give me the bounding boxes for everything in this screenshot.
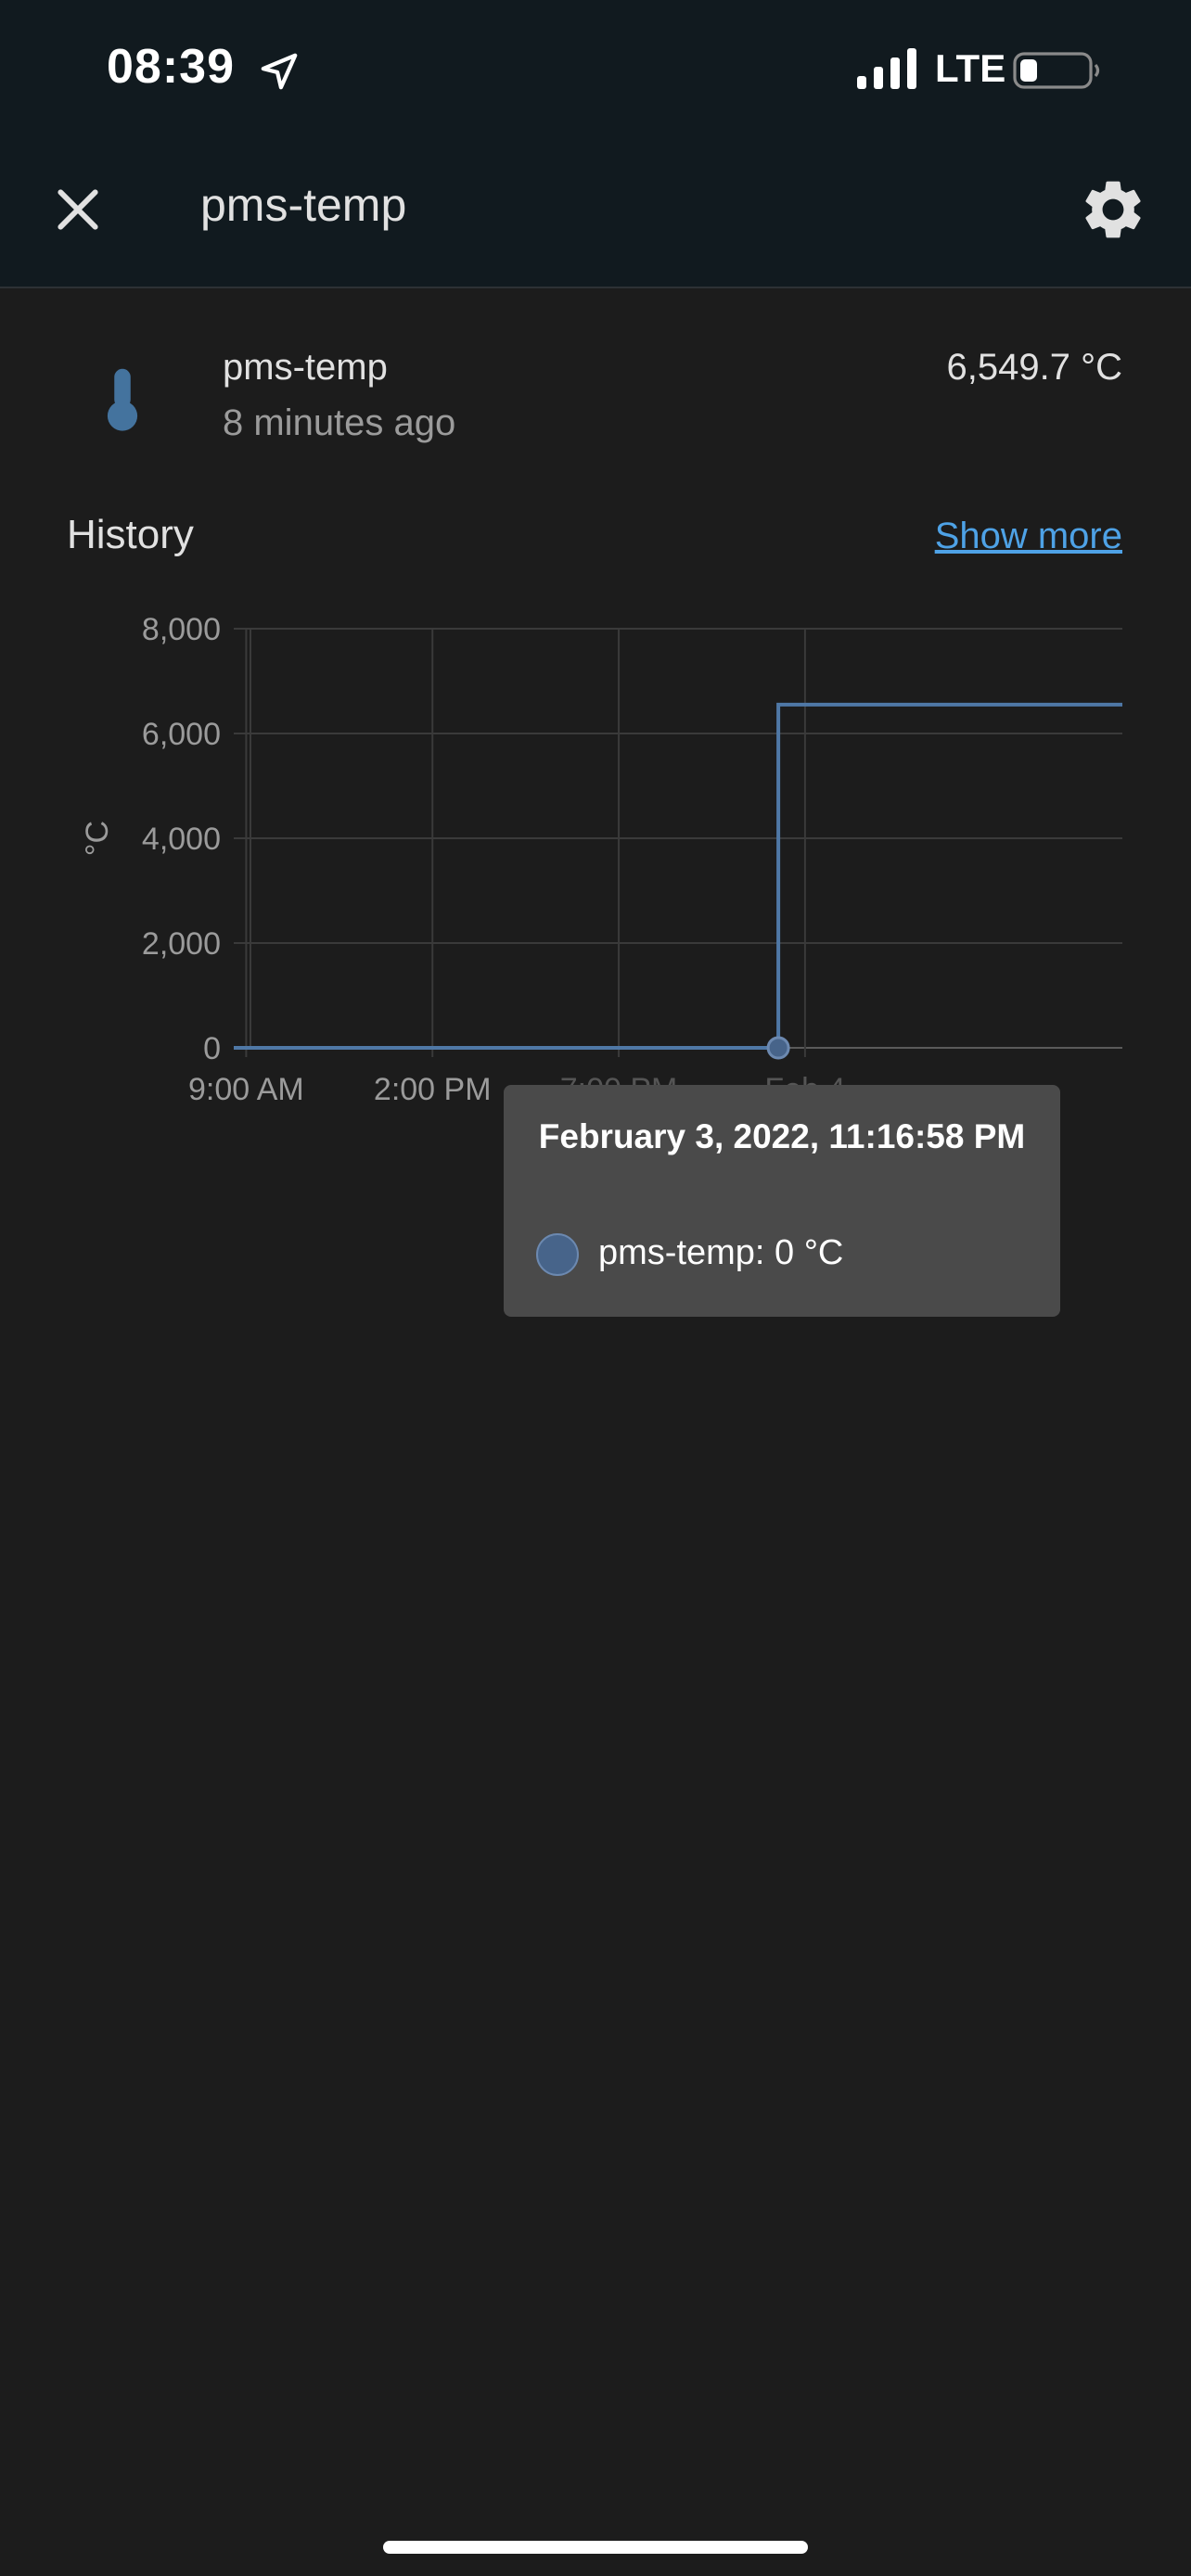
- history-chart[interactable]: 8,0006,0004,0002,00009:00 AM2:00 PM7:00 …: [0, 593, 1191, 1150]
- series-line-pms-temp: [234, 702, 1122, 1050]
- x-tick-label: 2:00 PM: [374, 1072, 492, 1107]
- close-icon[interactable]: [48, 180, 108, 239]
- status-time: 08:39: [107, 40, 235, 94]
- entity-last-changed: 8 minutes ago: [223, 402, 456, 443]
- x-tick-label: 9:00 AM: [188, 1072, 304, 1107]
- home-indicator[interactable]: [383, 2541, 808, 2554]
- tooltip-series-marker: [536, 1233, 579, 1276]
- y-tick-label: 6,000: [142, 717, 221, 752]
- thermometer-icon: [107, 368, 138, 431]
- gear-icon[interactable]: [1078, 174, 1148, 245]
- history-title: History: [67, 512, 194, 557]
- tooltip-label: pms-temp: 0 °C: [598, 1233, 844, 1272]
- battery-icon: [1013, 52, 1100, 89]
- app-bar: pms-temp: [0, 139, 1191, 288]
- network-type: LTE: [935, 46, 1006, 90]
- tooltip-title: February 3, 2022, 11:16:58 PM: [538, 1117, 1026, 1155]
- status-bar: 08:39 LTE: [0, 0, 1191, 139]
- y-axis-label: °C: [80, 821, 115, 856]
- y-tick-label: 4,000: [142, 822, 221, 857]
- entity-state: 6,549.7 °C: [946, 347, 1122, 388]
- y-tick-label: 8,000: [142, 612, 221, 647]
- dialog-title: pms-temp: [200, 179, 407, 231]
- signal-bars-icon: [857, 48, 916, 89]
- show-more-link[interactable]: Show more: [935, 516, 1122, 557]
- y-tick-label: 2,000: [142, 926, 221, 962]
- entity-name: pms-temp: [223, 347, 388, 388]
- entity-row: pms-temp 8 minutes ago 6,549.7 °C: [0, 334, 1191, 464]
- hovered-data-point: [766, 1036, 790, 1060]
- chart-tooltip: February 3, 2022, 11:16:58 PM pms-temp: …: [504, 1085, 1060, 1317]
- y-tick-label: 0: [203, 1031, 221, 1066]
- location-arrow-icon: [261, 53, 298, 90]
